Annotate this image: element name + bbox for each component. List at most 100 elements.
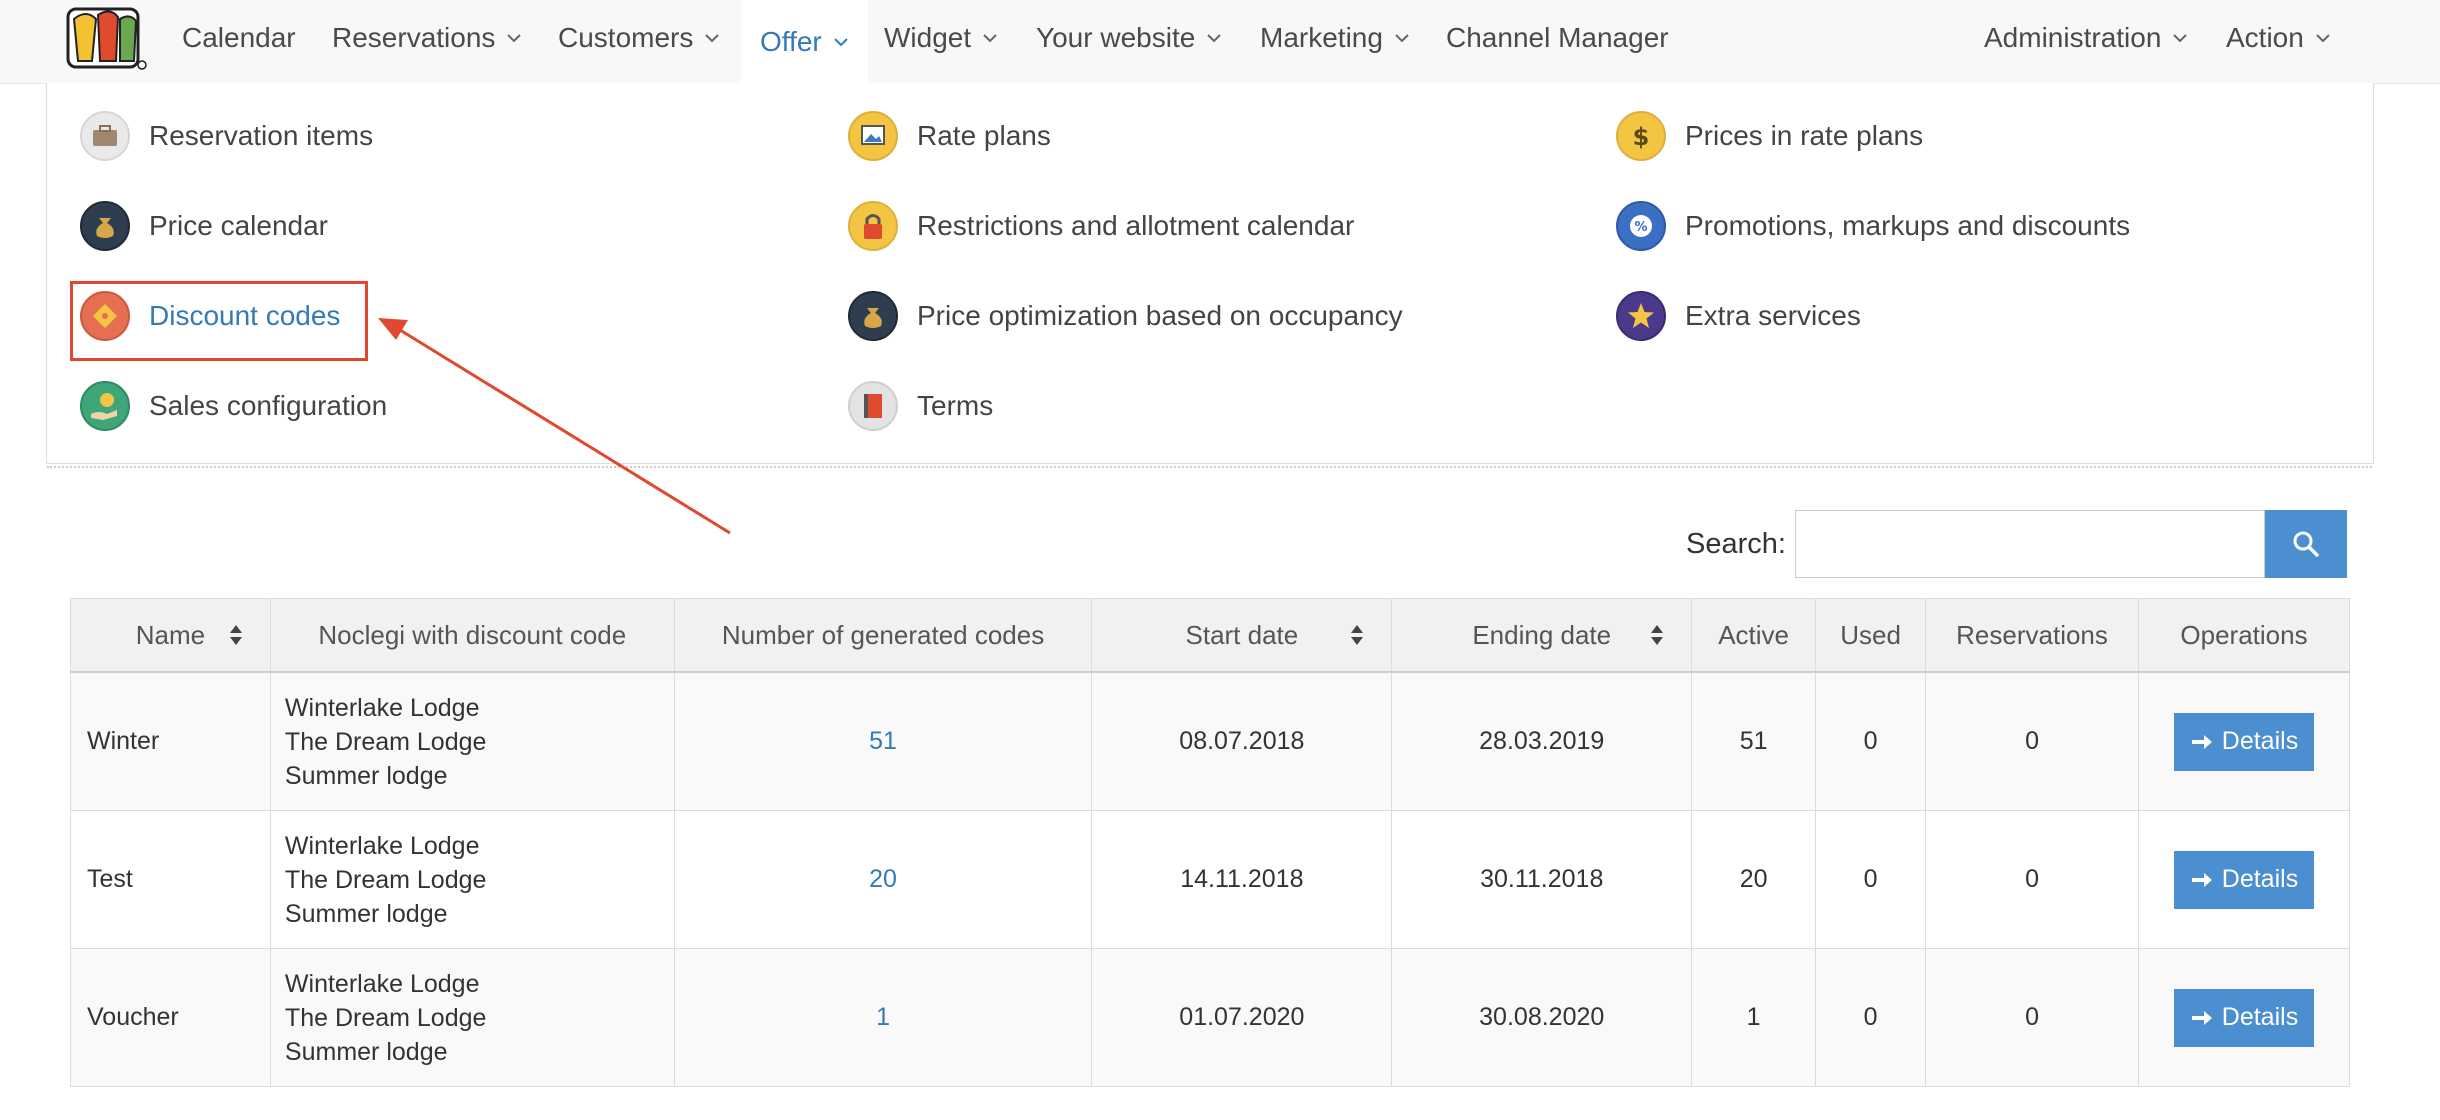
nav-customers-label: Customers (558, 22, 694, 53)
chevron-down-icon (507, 34, 522, 43)
cell-generated-codes: 1 (673, 948, 1093, 1087)
table-header-row: Name Noclegi with discount code Number o… (70, 598, 2350, 673)
menu-item-sales-configuration[interactable]: Sales configuration (79, 378, 387, 434)
menu-item-restrictions-allotment[interactable]: Restrictions and allotment calendar (847, 198, 1354, 254)
cell-operations: Details (2138, 810, 2350, 949)
search-input[interactable] (1795, 510, 2265, 578)
menu-item-rate-plans[interactable]: Rate plans (847, 108, 1051, 164)
menu-item-label: Reservation items (149, 120, 374, 151)
cell-generated-codes: 51 (673, 671, 1093, 811)
table-row: Winter Winterlake Lodge The Dream Lodge … (70, 671, 2350, 811)
sort-icon (1351, 625, 1364, 645)
nav-action[interactable]: Action (2226, 0, 2332, 76)
menu-item-reservation-items[interactable]: Reservation items (79, 108, 373, 164)
details-button[interactable]: Details (2173, 712, 2315, 771)
column-header-generated-codes: Number of generated codes (673, 598, 1093, 673)
search-button[interactable] (2265, 510, 2347, 578)
menu-item-promotions-markups[interactable]: % Promotions, markups and discounts (1615, 198, 2130, 254)
nav-reservations[interactable]: Reservations (332, 0, 523, 76)
svg-text:$: $ (1633, 123, 1650, 151)
menu-item-price-optimization[interactable]: Price optimization based on occupancy (847, 288, 1403, 344)
column-header-start-date[interactable]: Start date (1091, 598, 1393, 673)
cell-name: Voucher (70, 948, 271, 1087)
menu-item-price-calendar[interactable]: Price calendar (79, 198, 328, 254)
nav-administration[interactable]: Administration (1984, 0, 2189, 76)
arrow-right-icon (2191, 1010, 2212, 1025)
nav-calendar[interactable]: Calendar (182, 0, 296, 76)
cell-operations: Details (2138, 948, 2350, 1087)
menu-item-label: Terms (917, 390, 994, 421)
header-label: Number of generated codes (721, 619, 1045, 650)
nav-customers[interactable]: Customers (558, 0, 721, 76)
chevron-down-icon (705, 34, 720, 43)
generated-codes-link[interactable]: 20 (869, 865, 897, 893)
column-header-reservations: Reservations (1925, 598, 2139, 673)
menu-item-label: Prices in rate plans (1685, 120, 1924, 151)
chevron-down-icon (2316, 34, 2330, 43)
lodge-name: Summer lodge (284, 1037, 448, 1066)
generated-codes-link[interactable]: 1 (876, 1003, 890, 1031)
cell-start-date: 08.07.2018 (1091, 671, 1393, 811)
cell-ending-date: 30.11.2018 (1391, 810, 1693, 949)
details-button[interactable]: Details (2173, 850, 2315, 909)
column-header-active: Active (1691, 598, 1817, 673)
menu-item-label: Restrictions and allotment calendar (917, 210, 1355, 241)
nav-reservations-label: Reservations (332, 22, 496, 53)
menu-item-prices-in-rate-plans[interactable]: $ Prices in rate plans (1615, 108, 1923, 164)
nav-widget[interactable]: Widget (884, 0, 999, 76)
chevron-down-icon (1207, 34, 1222, 43)
nav-offer[interactable]: Offer (742, 0, 868, 84)
money-bag-icon (80, 201, 130, 251)
nav-your-website[interactable]: Your website (1036, 0, 1223, 76)
lodge-name: The Dream Lodge (284, 1003, 487, 1032)
menu-divider (47, 466, 2372, 468)
lodge-name: Summer lodge (284, 761, 448, 790)
details-button[interactable]: Details (2173, 988, 2315, 1047)
menu-item-label: Rate plans (917, 120, 1051, 151)
nav-marketing[interactable]: Marketing (1260, 0, 1411, 76)
cell-lodges: Winterlake Lodge The Dream Lodge Summer … (269, 810, 675, 949)
column-header-operations: Operations (2138, 598, 2350, 673)
cell-used: 0 (1815, 810, 1927, 949)
column-header-name[interactable]: Name (70, 598, 271, 673)
cell-used: 0 (1815, 671, 1927, 811)
lodge-name: The Dream Lodge (284, 865, 487, 894)
generated-codes-link[interactable]: 51 (869, 727, 897, 755)
cell-lodges: Winterlake Lodge The Dream Lodge Summer … (269, 948, 675, 1087)
lodge-name: Winterlake Lodge (284, 831, 480, 860)
nav-action-label: Action (2226, 22, 2304, 53)
cell-ending-date: 30.08.2020 (1391, 948, 1693, 1087)
lodge-name: Winterlake Lodge (284, 693, 480, 722)
menu-item-label: Promotions, markups and discounts (1685, 210, 2131, 241)
details-button-label: Details (2221, 727, 2299, 755)
header-label: Operations (2180, 619, 2308, 650)
lodge-name: Winterlake Lodge (284, 969, 480, 998)
svg-text:%: % (1634, 220, 1647, 235)
nav-channel-manager[interactable]: Channel Manager (1446, 0, 1669, 76)
header-label: Used (1840, 619, 1901, 650)
chevron-down-icon (2173, 34, 2188, 43)
column-header-ending-date[interactable]: Ending date (1391, 598, 1693, 673)
chevron-down-icon (1395, 34, 1409, 43)
lodge-name: Summer lodge (284, 899, 448, 928)
cell-operations: Details (2138, 671, 2350, 811)
menu-item-label: Extra services (1685, 300, 1861, 331)
table-row: Test Winterlake Lodge The Dream Lodge Su… (70, 810, 2350, 949)
arrow-right-icon (2191, 872, 2212, 887)
table-row: Voucher Winterlake Lodge The Dream Lodge… (70, 948, 2350, 1087)
arrow-right-icon (2191, 734, 2212, 749)
menu-item-extra-services[interactable]: Extra services (1615, 288, 1861, 344)
menu-item-terms[interactable]: Terms (847, 378, 993, 434)
header-label: Active (1718, 619, 1790, 650)
app-logo[interactable] (66, 5, 148, 71)
discount-codes-highlight (70, 281, 368, 361)
cell-start-date: 01.07.2020 (1091, 948, 1393, 1087)
details-button-label: Details (2221, 865, 2299, 893)
discount-codes-table: Name Noclegi with discount code Number o… (70, 598, 2350, 1087)
details-button-label: Details (2221, 1003, 2299, 1031)
cell-active: 1 (1691, 948, 1817, 1087)
menu-item-label: Price optimization based on occupancy (917, 300, 1403, 331)
star-icon (1616, 291, 1666, 341)
cell-active: 51 (1691, 671, 1817, 811)
dollar-icon: $ (1616, 111, 1666, 161)
